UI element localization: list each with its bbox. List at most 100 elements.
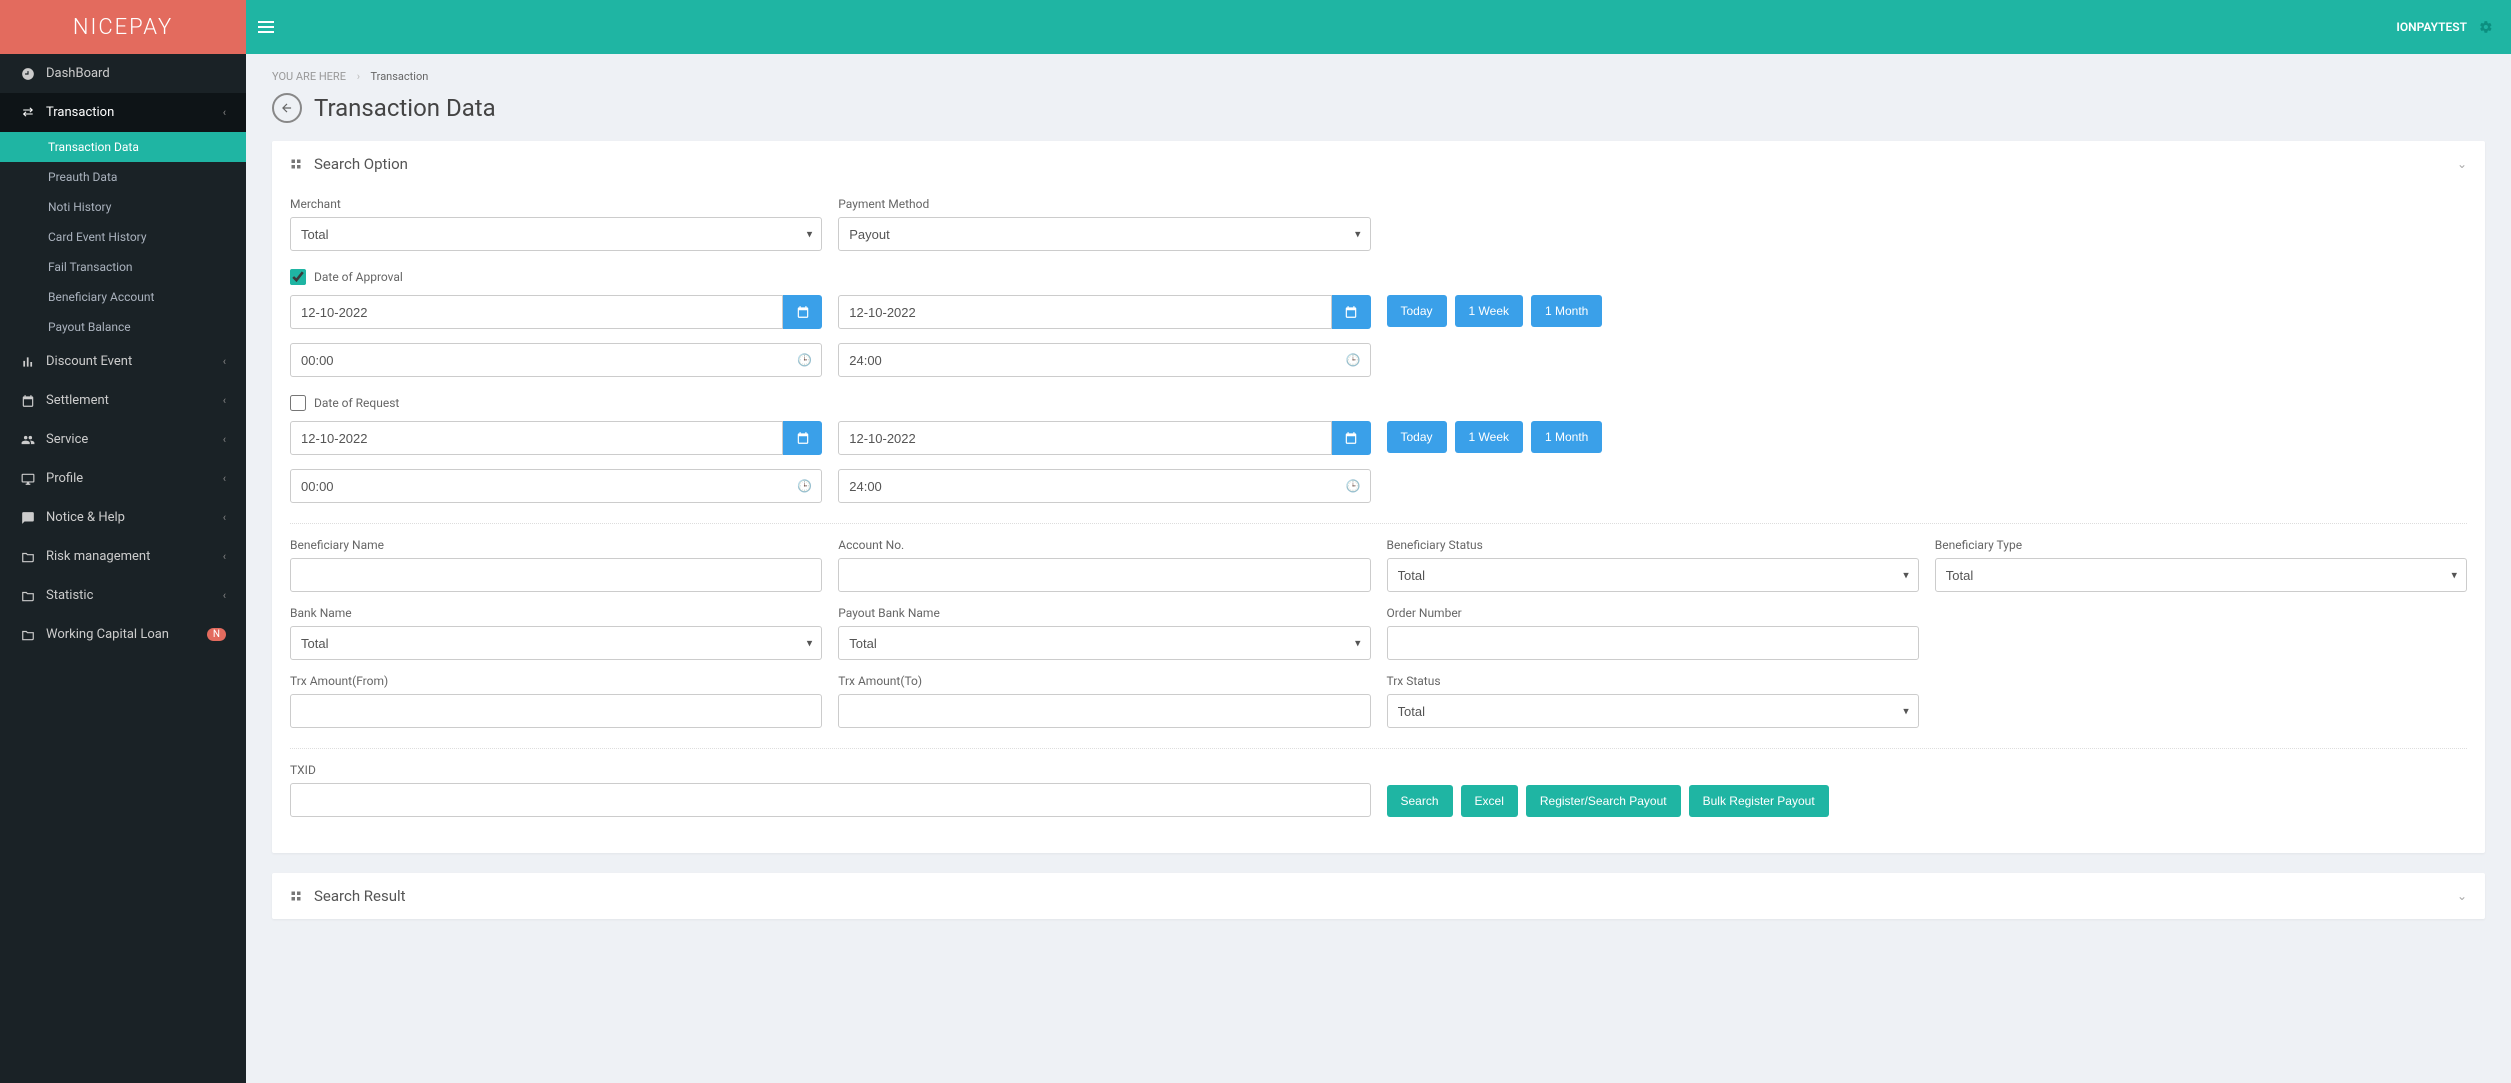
today-button[interactable]: Today	[1387, 295, 1447, 327]
chevron-left-icon: ‹	[223, 394, 226, 407]
sidebar-item-label: Noti History	[48, 200, 226, 214]
order-number-label: Order Number	[1387, 606, 1919, 620]
chevron-left-icon: ‹	[223, 550, 226, 563]
one-week-button[interactable]: 1 Week	[1455, 295, 1523, 327]
dashboard-icon	[20, 67, 36, 81]
sidebar-sub-beneficiary-account[interactable]: Beneficiary Account	[0, 282, 246, 312]
sidebar-item-label: Transaction Data	[48, 140, 226, 154]
account-no-input[interactable]	[838, 558, 1370, 592]
excel-button[interactable]: Excel	[1461, 785, 1518, 817]
beneficiary-name-label: Beneficiary Name	[290, 538, 822, 552]
beneficiary-status-select[interactable]	[1387, 558, 1919, 592]
payment-method-select[interactable]	[838, 217, 1370, 251]
user-name[interactable]: IONPAYTEST	[2396, 20, 2467, 34]
brand-logo[interactable]: NICEPAY	[0, 0, 246, 54]
calendar-button[interactable]	[783, 421, 822, 455]
sidebar-item-statistic[interactable]: Statistic ‹	[0, 576, 246, 615]
merchant-label: Merchant	[290, 197, 822, 211]
sidebar-sub-transaction-data[interactable]: Transaction Data	[0, 132, 246, 162]
search-result-panel: Search Result ⌄	[272, 873, 2485, 919]
approval-date-from-input[interactable]	[290, 295, 783, 329]
one-month-button[interactable]: 1 Month	[1531, 421, 1602, 453]
account-no-label: Account No.	[838, 538, 1370, 552]
menu-toggle-icon[interactable]	[246, 0, 286, 54]
transaction-icon: ⇄	[20, 105, 36, 120]
sidebar-item-dashboard[interactable]: DashBoard	[0, 54, 246, 93]
sidebar-item-discount-event[interactable]: Discount Event ‹	[0, 342, 246, 381]
bank-name-select[interactable]	[290, 626, 822, 660]
chart-icon	[20, 355, 36, 369]
sidebar-item-label: Settlement	[46, 393, 223, 408]
trx-amount-to-input[interactable]	[838, 694, 1370, 728]
approval-time-to-input[interactable]	[838, 343, 1370, 377]
bulk-register-payout-button[interactable]: Bulk Register Payout	[1689, 785, 1829, 817]
date-request-checkbox[interactable]	[290, 395, 306, 411]
search-button[interactable]: Search	[1387, 785, 1453, 817]
sidebar-item-risk-management[interactable]: Risk management ‹	[0, 537, 246, 576]
sidebar-item-working-capital-loan[interactable]: Working Capital Loan N	[0, 615, 246, 654]
register-search-payout-button[interactable]: Register/Search Payout	[1526, 785, 1681, 817]
one-month-button[interactable]: 1 Month	[1531, 295, 1602, 327]
sidebar-sub-fail-transaction[interactable]: Fail Transaction	[0, 252, 246, 282]
sidebar-item-label: Working Capital Loan	[46, 627, 201, 642]
payout-bank-name-label: Payout Bank Name	[838, 606, 1370, 620]
panel-title: Search Option	[314, 155, 2457, 173]
collapse-icon[interactable]: ⌄	[2457, 157, 2467, 171]
beneficiary-type-label: Beneficiary Type	[1935, 538, 2467, 552]
sidebar-item-transaction[interactable]: ⇄ Transaction ‹	[0, 93, 246, 132]
payment-method-label: Payment Method	[838, 197, 1370, 211]
sidebar-item-label: DashBoard	[46, 66, 226, 81]
trx-status-select[interactable]	[1387, 694, 1919, 728]
sidebar-item-label: Profile	[46, 471, 223, 486]
sidebar-item-label: Transaction	[46, 105, 223, 120]
sidebar-sub-card-event-history[interactable]: Card Event History	[0, 222, 246, 252]
chat-icon	[20, 511, 36, 525]
merchant-select[interactable]	[290, 217, 822, 251]
page-title: Transaction Data	[314, 94, 496, 122]
new-badge: N	[207, 628, 226, 641]
trx-amount-from-label: Trx Amount(From)	[290, 674, 822, 688]
beneficiary-name-input[interactable]	[290, 558, 822, 592]
request-date-to-input[interactable]	[838, 421, 1331, 455]
date-request-label: Date of Request	[314, 396, 399, 410]
sidebar-item-settlement[interactable]: Settlement ‹	[0, 381, 246, 420]
breadcrumb-current[interactable]: Transaction	[371, 70, 429, 83]
txid-input[interactable]	[290, 783, 1371, 817]
calendar-button[interactable]	[1332, 421, 1371, 455]
sidebar-item-label: Card Event History	[48, 230, 226, 244]
sidebar-item-notice-help[interactable]: Notice & Help ‹	[0, 498, 246, 537]
chevron-left-icon: ‹	[223, 589, 226, 602]
breadcrumb: YOU ARE HERE › Transaction	[272, 70, 2485, 83]
approval-time-from-input[interactable]	[290, 343, 822, 377]
gear-icon[interactable]	[2479, 20, 2493, 34]
txid-label: TXID	[290, 763, 1371, 777]
collapse-icon[interactable]: ⌄	[2457, 889, 2467, 903]
chevron-left-icon: ‹	[223, 472, 226, 485]
folder-icon	[20, 589, 36, 603]
request-date-from-input[interactable]	[290, 421, 783, 455]
order-number-input[interactable]	[1387, 626, 1919, 660]
trx-amount-from-input[interactable]	[290, 694, 822, 728]
approval-date-to-input[interactable]	[838, 295, 1331, 329]
today-button[interactable]: Today	[1387, 421, 1447, 453]
monitor-icon	[20, 472, 36, 486]
payout-bank-name-select[interactable]	[838, 626, 1370, 660]
date-approval-checkbox[interactable]	[290, 269, 306, 285]
back-button[interactable]	[272, 93, 302, 123]
sidebar: DashBoard ⇄ Transaction ‹ Transaction Da…	[0, 54, 246, 1083]
trx-amount-to-label: Trx Amount(To)	[838, 674, 1370, 688]
sidebar-item-label: Notice & Help	[46, 510, 223, 525]
request-time-to-input[interactable]	[838, 469, 1370, 503]
request-time-from-input[interactable]	[290, 469, 822, 503]
sidebar-sub-preauth-data[interactable]: Preauth Data	[0, 162, 246, 192]
sidebar-item-label: Payout Balance	[48, 320, 226, 334]
beneficiary-type-select[interactable]	[1935, 558, 2467, 592]
chevron-left-icon: ‹	[223, 355, 226, 368]
sidebar-sub-noti-history[interactable]: Noti History	[0, 192, 246, 222]
sidebar-item-profile[interactable]: Profile ‹	[0, 459, 246, 498]
calendar-button[interactable]	[1332, 295, 1371, 329]
calendar-button[interactable]	[783, 295, 822, 329]
sidebar-sub-payout-balance[interactable]: Payout Balance	[0, 312, 246, 342]
sidebar-item-service[interactable]: Service ‹	[0, 420, 246, 459]
one-week-button[interactable]: 1 Week	[1455, 421, 1523, 453]
